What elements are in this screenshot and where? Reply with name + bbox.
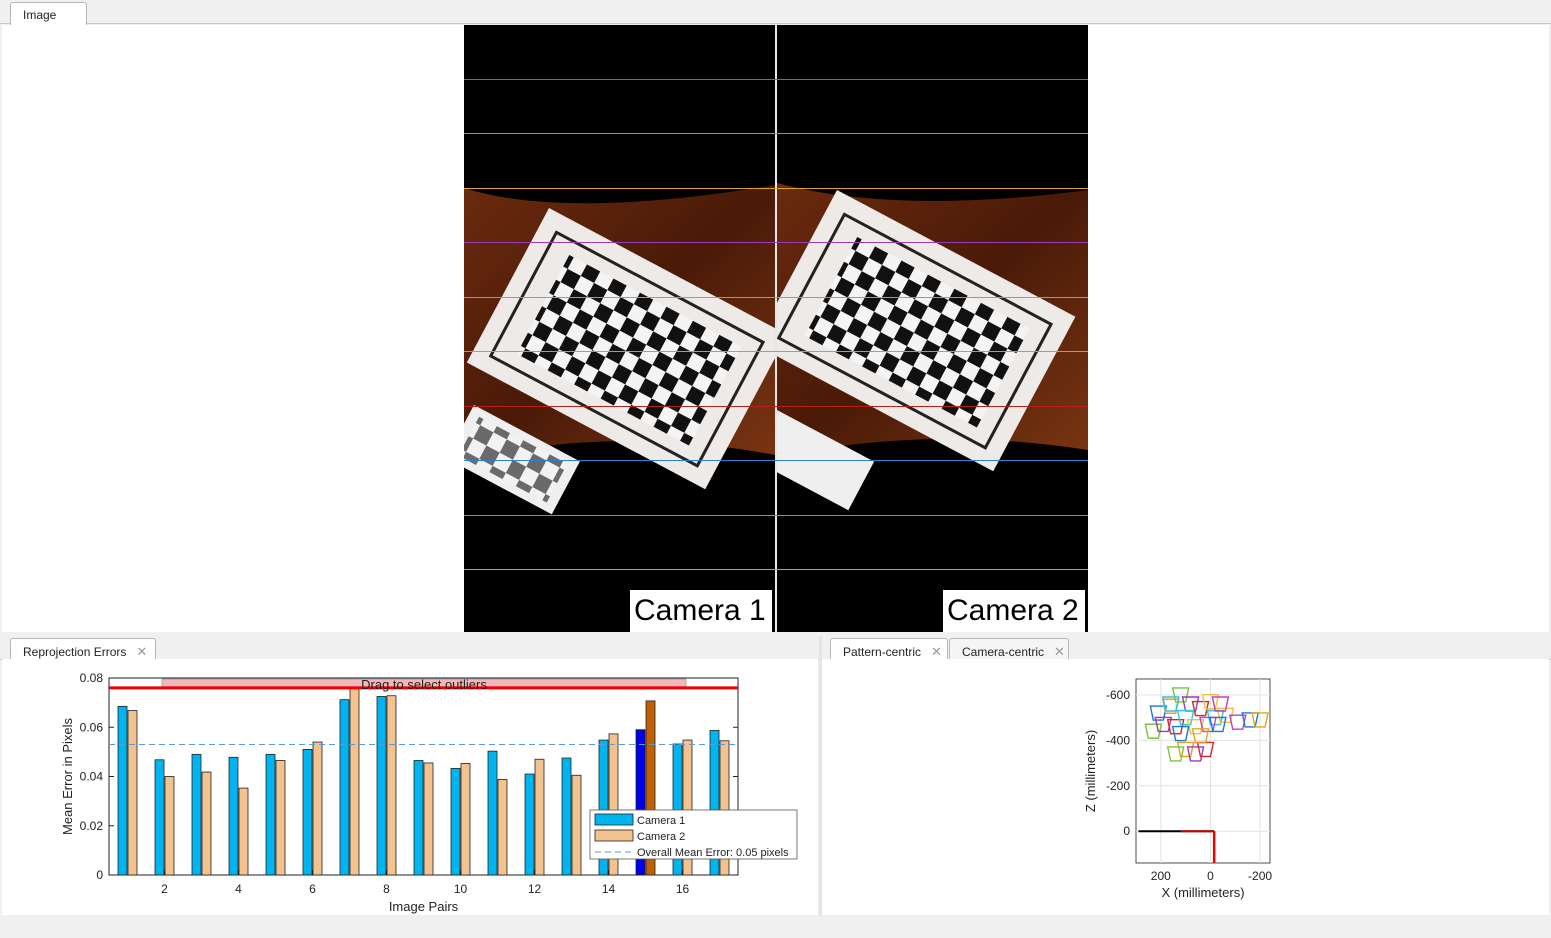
bar-camera-2 — [534, 758, 545, 876]
x-tick-label: 12 — [528, 882, 542, 896]
legend-label: Camera 1 — [637, 815, 685, 827]
bar-camera-1 — [487, 750, 498, 876]
epipolar-line — [464, 133, 1088, 134]
bar-camera-1 — [376, 696, 387, 876]
reprojection-errors-panel: 0 0.02 0.04 0.06 0.08 2 4 6 8 10 12 14 16 Drag to sel… — [2, 659, 818, 915]
y-axis-label: Z (millimeters) — [1083, 730, 1098, 812]
bar-camera-1 — [339, 699, 350, 876]
x-axis-label: X (millimeters) — [1161, 885, 1244, 900]
epipolar-line — [464, 79, 1088, 80]
x-axis-label: Image Pairs — [389, 899, 459, 914]
pattern-centric-panel: 200 0 -200 -600 -400 -200 0 X (millimeters) Z (m… — [822, 659, 1549, 915]
bar-camera-1 — [524, 773, 535, 876]
x-tick-label: 4 — [235, 882, 242, 896]
y-tick-label: 0.08 — [80, 671, 104, 685]
drag-to-select-label: Drag to select outliers — [361, 677, 487, 692]
y-tick-label: -200 — [1106, 779, 1130, 793]
bar-camera-2 — [386, 695, 397, 876]
x-tick-label: -200 — [1248, 869, 1272, 883]
bar-camera-2 — [460, 763, 471, 876]
epipolar-line — [464, 351, 1088, 352]
y-tick-label: 0.02 — [80, 819, 104, 833]
camera1-label: Camera 1 — [630, 590, 772, 632]
bar-camera-1 — [561, 757, 572, 876]
epipolar-line — [464, 242, 1088, 243]
tab-reprojection-errors[interactable]: Reprojection Errors ✕ — [10, 638, 156, 661]
legend-label: Overall Mean Error: 0.05 pixels — [637, 847, 789, 859]
close-icon[interactable]: ✕ — [136, 644, 147, 660]
bar-camera-2 — [571, 774, 582, 876]
camera2-image — [777, 25, 1088, 632]
bar-camera-1 — [154, 759, 165, 876]
x-tick-label: 16 — [676, 882, 690, 896]
tab-camera-centric-label: Camera-centric — [962, 645, 1045, 659]
y-tick-label: -600 — [1106, 688, 1130, 702]
extrinsics-tabstrip: Pattern-centric ✕ Camera-centric ✕ — [822, 636, 1551, 661]
x-tick-label: 14 — [602, 882, 616, 896]
camera2-label: Camera 2 — [943, 590, 1085, 632]
bar-camera-1 — [117, 705, 128, 876]
close-icon[interactable]: ✕ — [931, 644, 942, 660]
y-tick-label: 0 — [96, 868, 103, 882]
y-tick-label: 0.06 — [80, 720, 104, 734]
legend-label: Camera 2 — [637, 831, 685, 843]
tab-pattern-centric[interactable]: Pattern-centric ✕ — [830, 638, 948, 661]
close-icon[interactable]: ✕ — [1054, 644, 1065, 660]
reprojection-tabstrip: Reprojection Errors ✕ — [0, 636, 819, 661]
epipolar-line — [464, 515, 1088, 516]
epipolar-line — [464, 460, 1088, 461]
extrinsics-plot[interactable]: 200 0 -200 -600 -400 -200 0 X (millimeters) Z (m… — [822, 659, 1549, 915]
image-tabstrip: Image — [0, 0, 1551, 25]
bar-camera-1 — [413, 760, 424, 876]
chart-legend: Camera 1 Camera 2 Overall Mean Error: 0.05… — [589, 809, 798, 860]
legend-swatch — [594, 813, 634, 826]
camera1-image — [464, 25, 775, 632]
epipolar-line — [464, 297, 1088, 298]
bar-camera-1 — [228, 756, 239, 876]
epipolar-line — [464, 569, 1088, 570]
stereo-image-view[interactable]: Camera 1 Camera 2 — [464, 25, 1088, 632]
bar-camera-2 — [349, 687, 360, 876]
bar-camera-2 — [164, 776, 175, 876]
bar-camera-1 — [302, 749, 313, 876]
tab-image[interactable]: Image — [10, 2, 87, 25]
x-tick-label: 200 — [1151, 869, 1171, 883]
y-tick-label: -400 — [1106, 733, 1130, 747]
x-tick-label: 2 — [161, 882, 168, 896]
tab-pattern-centric-label: Pattern-centric — [843, 645, 922, 659]
y-axis-label: Mean Error in Pixels — [60, 717, 75, 835]
bar-camera-1 — [191, 753, 202, 876]
y-tick-label: 0.04 — [80, 770, 104, 784]
x-tick-label: 0 — [1207, 869, 1214, 883]
legend-swatch — [594, 829, 634, 842]
epipolar-line — [464, 406, 1088, 407]
tab-image-label: Image — [23, 8, 57, 22]
bar-camera-2 — [127, 710, 138, 876]
x-tick-label: 6 — [309, 882, 316, 896]
x-tick-label: 8 — [383, 882, 390, 896]
x-tick-label: 10 — [454, 882, 468, 896]
bar-camera-2 — [238, 787, 249, 876]
bar-camera-1 — [450, 767, 461, 876]
bar-camera-2 — [275, 760, 286, 876]
bar-camera-2 — [497, 779, 508, 876]
stereo-divider — [775, 25, 777, 632]
bar-camera-1 — [265, 753, 276, 876]
bar-camera-2 — [201, 771, 212, 876]
reprojection-bar-chart[interactable]: 0 0.02 0.04 0.06 0.08 2 4 6 8 10 12 14 16 Drag to sel… — [2, 659, 818, 915]
bar-camera-2 — [423, 762, 434, 876]
bar-camera-2 — [312, 741, 323, 876]
tab-reprojection-errors-label: Reprojection Errors — [23, 645, 127, 659]
epipolar-line — [464, 188, 1088, 189]
y-tick-label: 0 — [1123, 824, 1130, 838]
tab-camera-centric[interactable]: Camera-centric ✕ — [949, 638, 1069, 661]
